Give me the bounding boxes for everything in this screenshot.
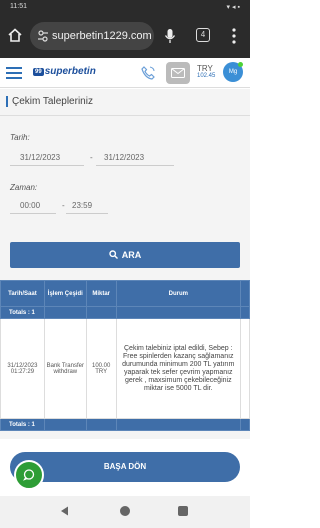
header-status[interactable]: Durum bbox=[115, 280, 241, 307]
recents-icon[interactable] bbox=[178, 506, 188, 516]
cell-datetime: 31/12/2023 01:27:29 bbox=[0, 318, 45, 419]
totals-row-top: Totals : 1 bbox=[0, 306, 251, 319]
balance-value: 102.45 bbox=[197, 73, 216, 79]
totals-label: Totals : 1 bbox=[0, 306, 45, 319]
cell-type: Bank Transfer withdraw bbox=[43, 318, 87, 419]
date-label: Tarih: bbox=[10, 133, 30, 142]
android-nav-bar bbox=[0, 496, 250, 528]
microphone-icon[interactable] bbox=[164, 28, 176, 44]
whatsapp-chat-button[interactable] bbox=[14, 460, 44, 490]
home-nav-icon[interactable] bbox=[120, 506, 130, 516]
url-text: superbetin1229.com bbox=[52, 30, 152, 42]
search-button-label: ARA bbox=[121, 250, 142, 260]
cell-amount: 100.00 TRY bbox=[85, 318, 117, 419]
time-separator: - bbox=[62, 201, 65, 210]
site-header: 99 superbetin TRY 102.45 Mg bbox=[0, 58, 250, 88]
search-button[interactable]: ARA bbox=[10, 242, 240, 268]
header-type[interactable]: İşlem Çeşidi bbox=[43, 280, 87, 307]
messages-button[interactable] bbox=[166, 62, 190, 84]
chat-icon bbox=[23, 469, 35, 481]
logo-badge: 99 bbox=[33, 68, 44, 76]
status-time: 11:51 bbox=[10, 3, 27, 10]
user-avatar[interactable]: Mg bbox=[223, 62, 243, 82]
date-separator: - bbox=[90, 153, 93, 162]
header-datetime[interactable]: Tarih/Saat bbox=[0, 280, 45, 307]
cell-extra bbox=[239, 318, 251, 419]
site-logo[interactable]: 99 superbetin bbox=[33, 66, 96, 80]
logo-text: superbetin bbox=[44, 66, 96, 77]
time-to-input[interactable]: 23:59 bbox=[66, 198, 108, 214]
cell-status: Çekim talebiniz iptal edildi, Sebep : Fr… bbox=[115, 318, 241, 419]
divider bbox=[0, 115, 250, 116]
header-extra bbox=[239, 280, 251, 307]
back-icon[interactable] bbox=[60, 506, 70, 516]
browser-toolbar: superbetin1229.com 4 bbox=[0, 14, 250, 58]
search-icon bbox=[109, 250, 118, 259]
time-label: Zaman: bbox=[10, 183, 38, 192]
menu-icon[interactable] bbox=[6, 67, 22, 79]
envelope-icon bbox=[171, 68, 185, 78]
time-from-input[interactable]: 00:00 bbox=[10, 198, 56, 214]
tab-switcher-button[interactable]: 4 bbox=[196, 28, 210, 42]
currency-label: TRY bbox=[197, 64, 213, 73]
page-title: Çekim Talepleriniz bbox=[6, 96, 93, 107]
home-icon[interactable] bbox=[8, 28, 22, 42]
withdrawals-table: Tarih/Saat İşlem Çeşidi Miktar Durum Tot… bbox=[0, 280, 251, 431]
table-row: 31/12/2023 01:27:29 Bank Transfer withdr… bbox=[0, 318, 251, 419]
avatar-initials: Mg bbox=[228, 69, 238, 75]
date-from-input[interactable]: 31/12/2023 bbox=[10, 150, 84, 166]
more-options-icon[interactable] bbox=[232, 28, 236, 44]
date-to-input[interactable]: 31/12/2023 bbox=[96, 150, 174, 166]
totals-row-bottom: Totals : 1 bbox=[0, 418, 251, 431]
address-bar[interactable]: superbetin1229.com bbox=[30, 22, 154, 50]
header-amount[interactable]: Miktar bbox=[85, 280, 117, 307]
site-settings-icon[interactable] bbox=[38, 30, 48, 42]
status-bar: 11:51 ▾◂▪ bbox=[0, 0, 250, 14]
table-header-row: Tarih/Saat İşlem Çeşidi Miktar Durum bbox=[0, 280, 251, 307]
phone-icon[interactable] bbox=[140, 65, 156, 81]
status-icons: ▾◂▪ bbox=[226, 4, 242, 11]
back-to-top-button[interactable]: BAŞA DÖN bbox=[10, 452, 240, 482]
online-indicator bbox=[238, 62, 243, 67]
totals-label: Totals : 1 bbox=[0, 418, 45, 431]
